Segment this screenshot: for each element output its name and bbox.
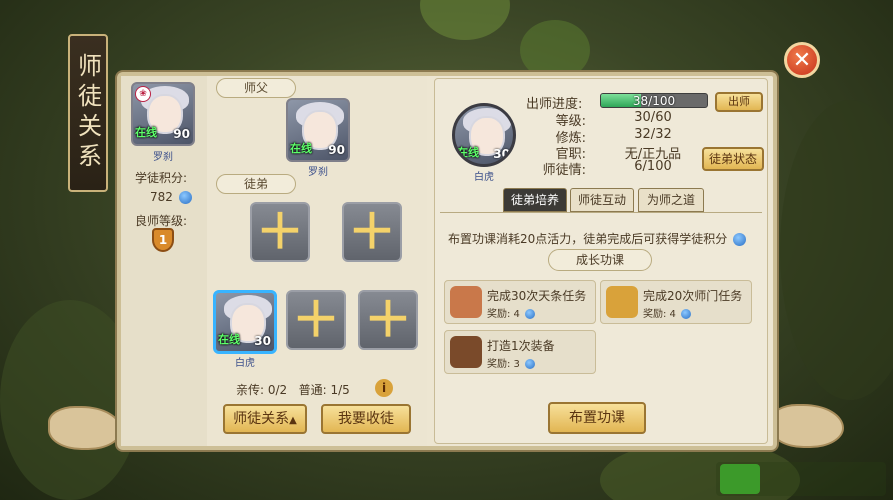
- online-status: 在线: [218, 333, 240, 346]
- online-status: 在线: [290, 142, 312, 155]
- task-reward-text: 奖励: 3: [487, 359, 520, 370]
- online-status: 在线: [457, 146, 479, 159]
- tab-interaction[interactable]: 师徒互动: [570, 188, 634, 212]
- bg-leaf: [420, 0, 510, 40]
- tab-divider: [440, 212, 762, 213]
- graduate-button[interactable]: 出师: [715, 92, 763, 112]
- stat-label: 师徒情:: [542, 163, 586, 178]
- bg-tree: [780, 100, 893, 400]
- close-icon: ✕: [792, 47, 812, 73]
- score-value-row: 782: [150, 190, 192, 204]
- master-name: 罗刹: [308, 167, 328, 178]
- scroll-task-icon: [450, 286, 482, 318]
- rank-medal-icon: 1: [152, 228, 174, 252]
- score-label: 学徒积分:: [135, 171, 188, 185]
- task-title: 打造1次装备: [487, 339, 555, 353]
- info-icon[interactable]: i: [375, 379, 393, 397]
- recruit-button[interactable]: 我要收徒: [321, 404, 411, 434]
- tab-mentor-way[interactable]: 为师之道: [638, 188, 704, 212]
- task-reward: 奖励: 3: [487, 355, 536, 370]
- relation-button-label: 师徒关系: [233, 411, 290, 427]
- tab-training[interactable]: 徒弟培养: [503, 188, 567, 212]
- sect-task-icon: [606, 286, 638, 318]
- cloud-ornament: [770, 404, 844, 448]
- player-avatar[interactable]: ❀ 在线 90: [131, 82, 195, 146]
- task-title: 完成30次天条任务: [487, 289, 587, 303]
- watermark-logo: [720, 464, 760, 494]
- add-disciple-slot[interactable]: ＋: [358, 290, 418, 350]
- progress-text: 38/100: [632, 94, 676, 108]
- rank-label: 良师等级:: [135, 214, 188, 228]
- faction-badge-icon: ❀: [135, 86, 151, 102]
- disciple-section-label: 徒弟: [216, 174, 296, 194]
- disciple-name: 白虎: [235, 358, 255, 369]
- level-text: 30: [493, 147, 510, 161]
- disciple-avatar-selected[interactable]: 在线 30: [213, 290, 277, 354]
- score-icon: [681, 309, 692, 319]
- level-text: 90: [328, 143, 345, 157]
- title-banner: 师徒关系: [68, 34, 108, 192]
- detail-name: 白虎: [474, 172, 494, 183]
- watermark: [716, 462, 886, 496]
- page-title: 师徒关系: [73, 53, 102, 173]
- detail-avatar[interactable]: 在线 30: [452, 103, 516, 167]
- task-title: 完成20次师门任务: [643, 289, 743, 303]
- forge-task-icon: [450, 336, 482, 368]
- chevron-up-icon: ▲: [289, 415, 297, 426]
- bg-leaf: [520, 20, 590, 80]
- stat-value: 6/100: [634, 159, 672, 174]
- stat-value: 30/60: [634, 110, 672, 125]
- level-text: 30: [254, 334, 271, 348]
- close-button[interactable]: ✕: [784, 42, 820, 78]
- disciple-status-button[interactable]: 徒弟状态: [702, 147, 764, 171]
- master-avatar[interactable]: 在线 90: [286, 98, 350, 162]
- cloud-ornament: [48, 406, 122, 450]
- score-icon: [525, 359, 536, 369]
- score-value: 782: [150, 190, 173, 204]
- score-icon: [525, 309, 536, 319]
- online-status: 在线: [135, 126, 157, 139]
- task-card[interactable]: 完成20次师门任务 奖励: 4: [600, 280, 752, 324]
- add-disciple-slot[interactable]: ＋: [342, 202, 402, 262]
- master-section-label: 师父: [216, 78, 296, 98]
- level-text: 90: [173, 127, 190, 141]
- task-reward-text: 奖励: 4: [643, 309, 676, 320]
- graduation-progress-bar: 38/100: [600, 93, 708, 108]
- task-reward-text: 奖励: 4: [487, 309, 520, 320]
- task-card[interactable]: 打造1次装备 奖励: 3: [444, 330, 596, 374]
- task-reward: 奖励: 4: [487, 305, 536, 320]
- training-description-text: 布置功课消耗20点活力，徒弟完成后可获得学徒积分: [448, 232, 728, 246]
- disciple-counts: 亲传: 0/2 普通: 1/5: [236, 383, 350, 397]
- add-disciple-slot[interactable]: ＋: [286, 290, 346, 350]
- task-card[interactable]: 完成30次天条任务 奖励: 4: [444, 280, 596, 324]
- training-description: 布置功课消耗20点活力，徒弟完成后可获得学徒积分: [448, 230, 747, 247]
- score-icon: [733, 233, 747, 246]
- assign-homework-button[interactable]: 布置功课: [548, 402, 646, 434]
- add-disciple-slot[interactable]: ＋: [250, 202, 310, 262]
- stat-value: 32/32: [634, 127, 672, 142]
- player-name: 罗刹: [153, 152, 173, 163]
- score-icon: [178, 191, 192, 204]
- growth-tasks-label: 成长功课: [548, 249, 652, 271]
- relation-button[interactable]: 师徒关系▲: [223, 404, 307, 434]
- task-reward: 奖励: 4: [643, 305, 692, 320]
